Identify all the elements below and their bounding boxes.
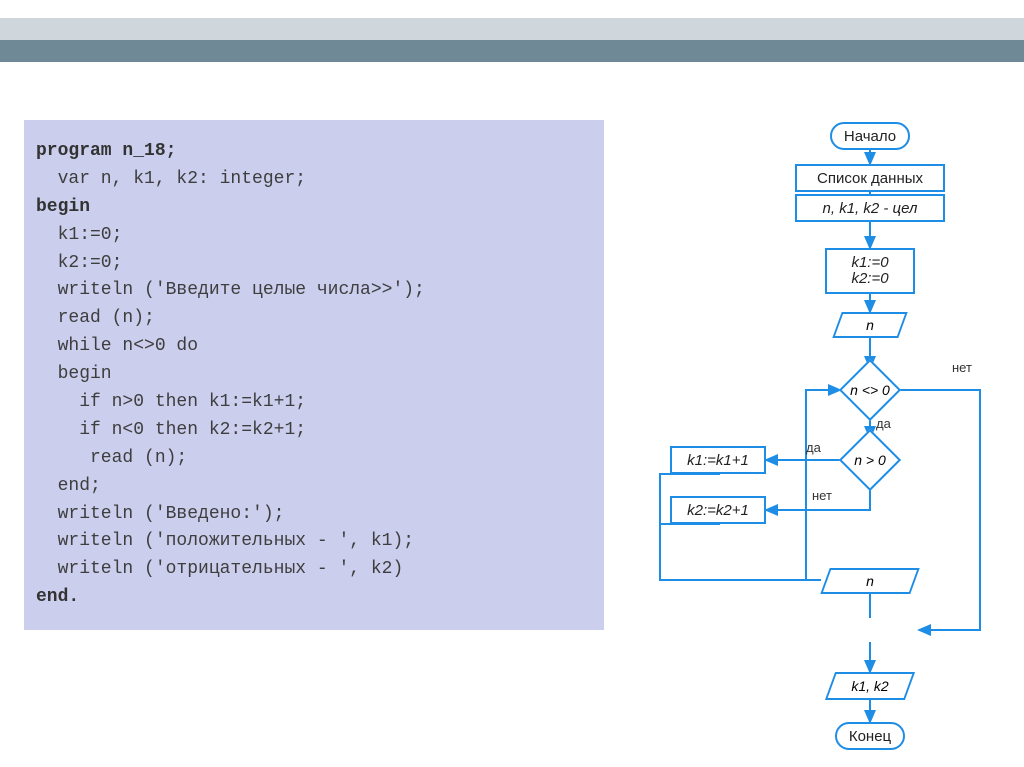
label-yes-1: да	[876, 416, 891, 431]
label-no-2: нет	[812, 488, 832, 503]
init-line-1: k1:=0	[851, 255, 888, 272]
node-cond-n-ne-0: n <> 0	[848, 368, 892, 412]
node-assign-k1: k1:=k1+1	[670, 446, 766, 474]
node-datalist: Список данных	[795, 164, 945, 192]
node-start: Начало	[830, 122, 910, 150]
node-end: Конец	[835, 722, 905, 750]
node-input-n-loop: n	[825, 568, 915, 594]
init-line-2: k2:=0	[851, 271, 888, 288]
node-input-n: n	[837, 312, 903, 338]
label-no-1: нет	[952, 360, 972, 375]
node-init: k1:=0 k2:=0	[825, 248, 915, 294]
flowchart: Начало Список данных n, k1, k2 - цел k1:…	[640, 120, 1010, 760]
node-output-k1k2: k1, k2	[830, 672, 910, 700]
code-pre: program n_18; var n, k1, k2: integer; be…	[36, 138, 592, 612]
node-declaration: n, k1, k2 - цел	[795, 194, 945, 222]
code-listing: program n_18; var n, k1, k2: integer; be…	[24, 120, 604, 630]
node-cond-n-gt-0: n > 0	[848, 438, 892, 482]
node-assign-k2: k2:=k2+1	[670, 496, 766, 524]
header-stripe-light	[0, 18, 1024, 40]
header-stripe-dark	[0, 40, 1024, 62]
label-yes-2: да	[806, 440, 821, 455]
